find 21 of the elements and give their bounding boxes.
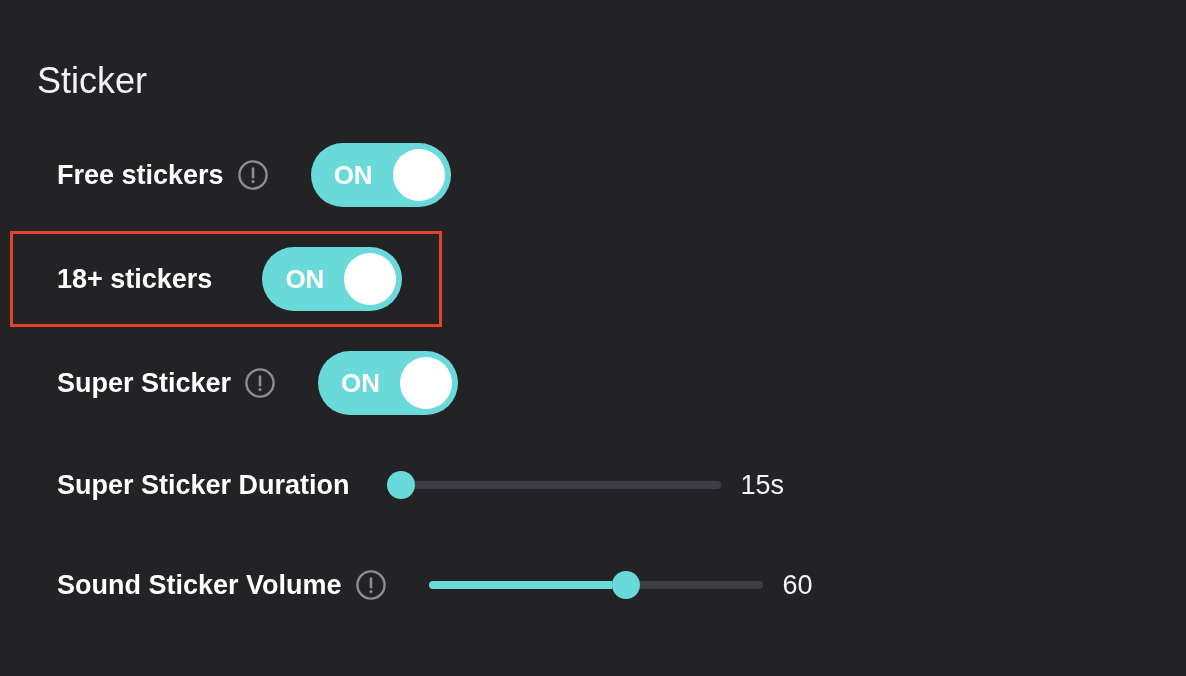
switch-knob[interactable] (400, 357, 453, 409)
setting-label: Sound Sticker Volume (57, 569, 342, 601)
info-icon[interactable] (245, 368, 276, 398)
setting-label: Free stickers (57, 159, 224, 191)
switch-knob[interactable] (344, 253, 397, 305)
slider-value: 60 (782, 569, 813, 601)
setting-label: Super Sticker (57, 367, 232, 399)
slider-thumb[interactable] (612, 571, 641, 599)
slider-thumb[interactable] (386, 471, 415, 499)
slider-track[interactable] (386, 471, 721, 499)
toggle-switch[interactable]: ON (310, 143, 451, 207)
setting-label: 18+ stickers (57, 263, 213, 295)
info-icon[interactable] (355, 570, 386, 600)
info-icon[interactable] (237, 160, 268, 190)
setting-label: Super Sticker Duration (57, 469, 350, 501)
slider-track[interactable] (428, 571, 763, 599)
section-title: Sticker (37, 59, 148, 103)
toggle-switch[interactable]: ON (262, 247, 403, 311)
toggle-switch[interactable]: ON (318, 351, 459, 415)
switch-knob[interactable] (392, 149, 445, 201)
slider-value: 15s (740, 469, 785, 501)
